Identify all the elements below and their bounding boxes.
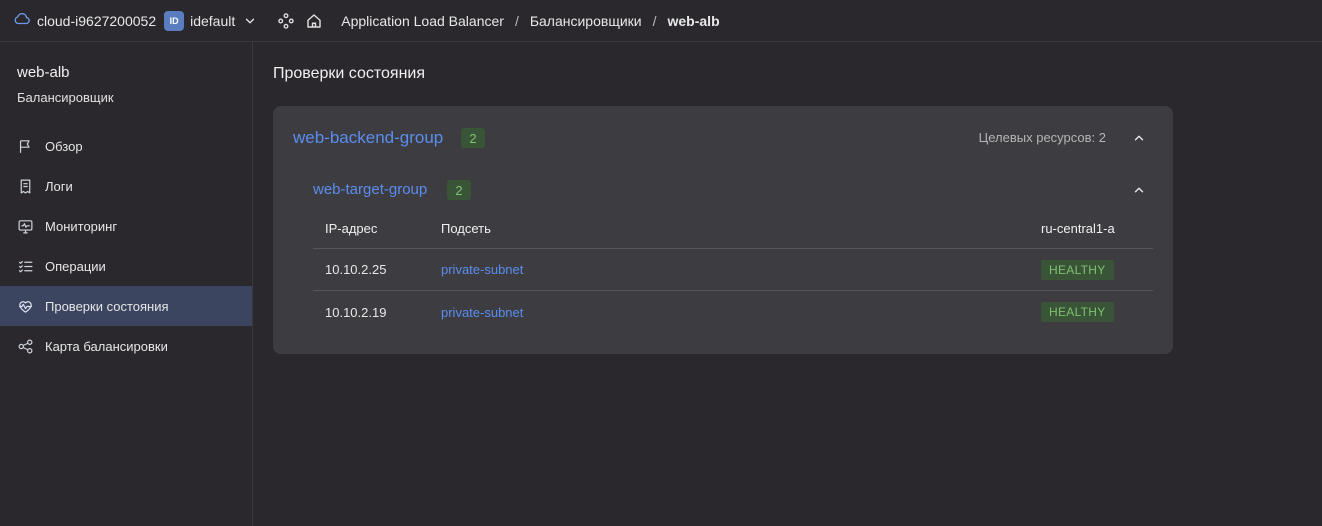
sidebar-item-label: Операции (45, 258, 106, 274)
breadcrumb-current: web-alb (667, 12, 720, 29)
chevron-up-icon[interactable] (1129, 180, 1149, 200)
home-icon[interactable] (305, 12, 323, 30)
status-badge: HEALTHY (1041, 259, 1114, 280)
sidebar: web-alb Балансировщик Обзор Логи Монитор… (0, 42, 253, 526)
breadcrumb-separator: / (514, 12, 519, 29)
sidebar-item-monitoring[interactable]: Мониторинг (0, 206, 252, 246)
resource-type: Балансировщик (17, 90, 114, 105)
page-title: Проверки состояния (273, 65, 426, 82)
services-icon[interactable] (277, 12, 295, 30)
sidebar-item-label: Мониторинг (45, 218, 118, 234)
target-resources-count: Целевых ресурсов: 2 (978, 130, 1106, 145)
breadcrumb-separator: / (652, 12, 657, 29)
backend-group-card: web-backend-group 2 Целевых ресурсов: 2 … (273, 106, 1173, 354)
breadcrumb: Application Load Balancer / Балансировщи… (341, 13, 719, 29)
heart-pulse-icon (17, 298, 45, 315)
sidebar-item-logs[interactable]: Логи (0, 166, 252, 206)
sidebar-nav: Обзор Логи Мониторинг Операции Проверки … (0, 126, 252, 366)
column-header-zone: ru-central1-a (1041, 220, 1115, 236)
sidebar-item-overview[interactable]: Обзор (0, 126, 252, 166)
sidebar-item-label: Логи (45, 178, 73, 194)
chevron-up-icon[interactable] (1129, 128, 1149, 148)
subnet-link[interactable]: private-subnet (441, 305, 523, 320)
sidebar-item-health-checks[interactable]: Проверки состояния (0, 286, 252, 326)
top-bar: cloud-i9627200052 ID idefault Applicatio… (0, 0, 1322, 42)
cloud-name: cloud-i9627200052 (37, 12, 157, 29)
sidebar-item-label: Карта балансировки (45, 338, 168, 354)
chevron-down-icon[interactable] (243, 14, 257, 28)
sidebar-item-balancing-map[interactable]: Карта балансировки (0, 326, 252, 366)
breadcrumb-service[interactable]: Application Load Balancer (341, 13, 504, 29)
sidebar-item-label: Обзор (45, 138, 83, 154)
backend-group-count-badge: 2 (461, 128, 485, 148)
folder-name[interactable]: idefault (190, 13, 235, 29)
resource-title: web-alb (17, 64, 70, 81)
list-check-icon (17, 258, 45, 275)
table-row: 10.10.2.19 private-subnet HEALTHY (313, 291, 1153, 333)
column-header-subnet: Подсеть (441, 220, 491, 236)
ip-address: 10.10.2.19 (325, 304, 387, 320)
status-badge: HEALTHY (1041, 302, 1114, 322)
table-header: IP-адрес Подсеть ru-central1-a (313, 208, 1153, 249)
backend-group-link[interactable]: web-backend-group (293, 128, 443, 148)
sidebar-item-operations[interactable]: Операции (0, 246, 252, 286)
target-group-link[interactable]: web-target-group (313, 181, 427, 198)
breadcrumb-balancers[interactable]: Балансировщики (530, 13, 642, 29)
cloud-icon (13, 10, 31, 31)
nodes-icon (17, 338, 45, 355)
monitor-icon (17, 218, 45, 235)
sidebar-item-label: Проверки состояния (45, 298, 169, 314)
targets-table: IP-адрес Подсеть ru-central1-a 10.10.2.2… (313, 208, 1153, 333)
folder-badge: ID (164, 10, 185, 31)
receipt-icon (17, 178, 45, 195)
column-header-ip: IP-адрес (325, 220, 378, 236)
target-group-count-badge: 2 (447, 180, 471, 200)
ip-address: 10.10.2.25 (325, 262, 387, 277)
cloud-selector[interactable]: cloud-i9627200052 (13, 10, 156, 31)
subnet-link[interactable]: private-subnet (441, 262, 523, 277)
flag-icon (17, 138, 45, 155)
table-row: 10.10.2.25 private-subnet HEALTHY (313, 249, 1153, 291)
